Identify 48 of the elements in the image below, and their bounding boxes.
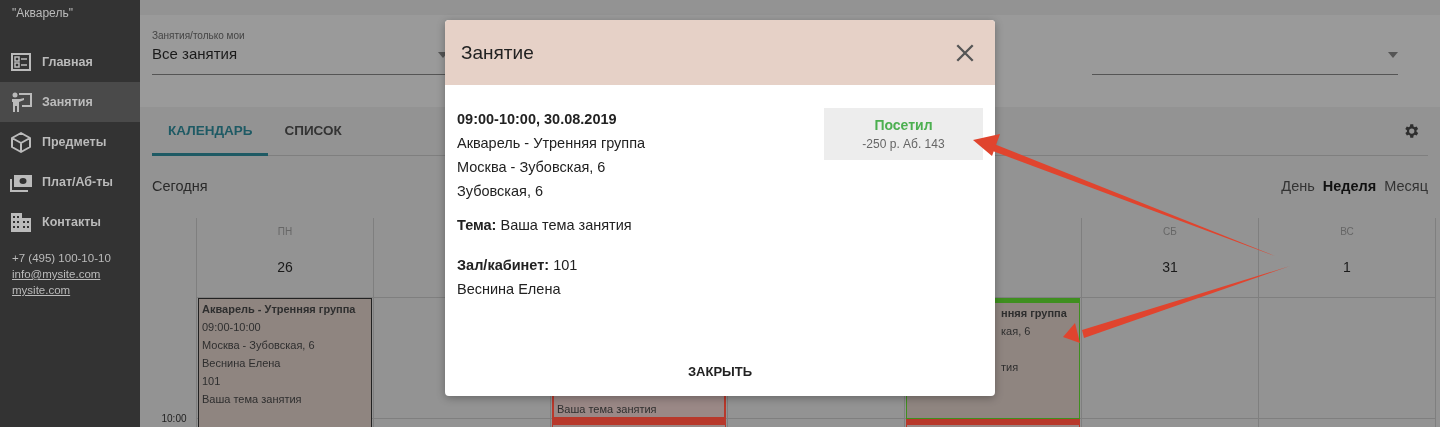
event-text: 101 (202, 374, 222, 389)
time-label: 10:00 (161, 413, 187, 424)
email-link[interactable]: info@mysite.com (12, 268, 101, 280)
nav-item[interactable]: Занятия (0, 82, 140, 122)
nav-item[interactable]: Главная (0, 42, 140, 82)
event-card[interactable] (906, 419, 1080, 427)
day-number: 31 (1162, 259, 1178, 275)
site-link[interactable]: mysite.com (12, 284, 71, 296)
phone-number: +7 (495) 100-10-10 (12, 252, 111, 264)
nav-item[interactable]: Плат/Аб-ты (0, 162, 140, 202)
nav-item[interactable]: Контакты (0, 202, 140, 242)
cube-icon (10, 131, 32, 153)
dropdown-caret-icon (1388, 52, 1398, 58)
event-text: Веснина Елена (202, 356, 282, 371)
view-option[interactable]: День (1281, 178, 1315, 194)
event-text: Ваша тема занятия (557, 402, 658, 417)
lesson-detail: Москва - Зубовская, 6 (457, 158, 606, 177)
event-title: Акварель - Утренняя группа (202, 302, 357, 317)
event-card[interactable] (552, 419, 726, 427)
event-text: 09:00-10:00 (202, 320, 262, 335)
day-number: 1 (1343, 259, 1351, 275)
view-option[interactable]: Неделя (1322, 178, 1377, 194)
lesson-detail: Акварель - Утренняя группа (457, 134, 646, 153)
tab[interactable]: СПИСОК (268, 107, 358, 156)
event-text: Москва - Зубовская, 6 (202, 338, 316, 353)
lesson-topic: Тема: Ваша тема занятия (457, 216, 632, 235)
event-text: кая, 6 (1001, 324, 1032, 339)
brand-name: "Акварель" (12, 6, 73, 20)
close-icon (956, 43, 974, 62)
teacher-name: Веснина Елена (457, 280, 561, 299)
event-text: Ваша тема занятия (202, 392, 303, 407)
dashboard-icon (10, 51, 32, 73)
close-dialog-button[interactable]: ЗАКРЫТЬ (677, 355, 763, 387)
event-text: тия (1001, 360, 1020, 375)
event-card[interactable]: Акварель - Утренняя группа 09:00-10:00 Москва - Зубовская, 6 Веснина Елена 101 Ваша тема занятия (198, 298, 372, 427)
today-button[interactable]: Сегодня (152, 178, 208, 194)
event-title: нняя группа (1001, 306, 1068, 321)
lesson-room: Зал/кабинет: 101 (457, 256, 578, 275)
teacher-icon (10, 91, 32, 113)
view-option[interactable]: Месяц (1384, 178, 1428, 194)
lesson-time: 09:00-10:00, 30.08.2019 (457, 110, 617, 129)
nav-item[interactable]: Предметы (0, 122, 140, 162)
lesson-detail: Зубовская, 6 (457, 182, 544, 201)
status-label: Посетил (874, 117, 933, 133)
dialog-title: Занятие (461, 41, 534, 64)
building-icon (10, 211, 32, 233)
status-detail: -250 р. Аб. 143 (862, 137, 945, 151)
day-number: 26 (277, 259, 293, 275)
